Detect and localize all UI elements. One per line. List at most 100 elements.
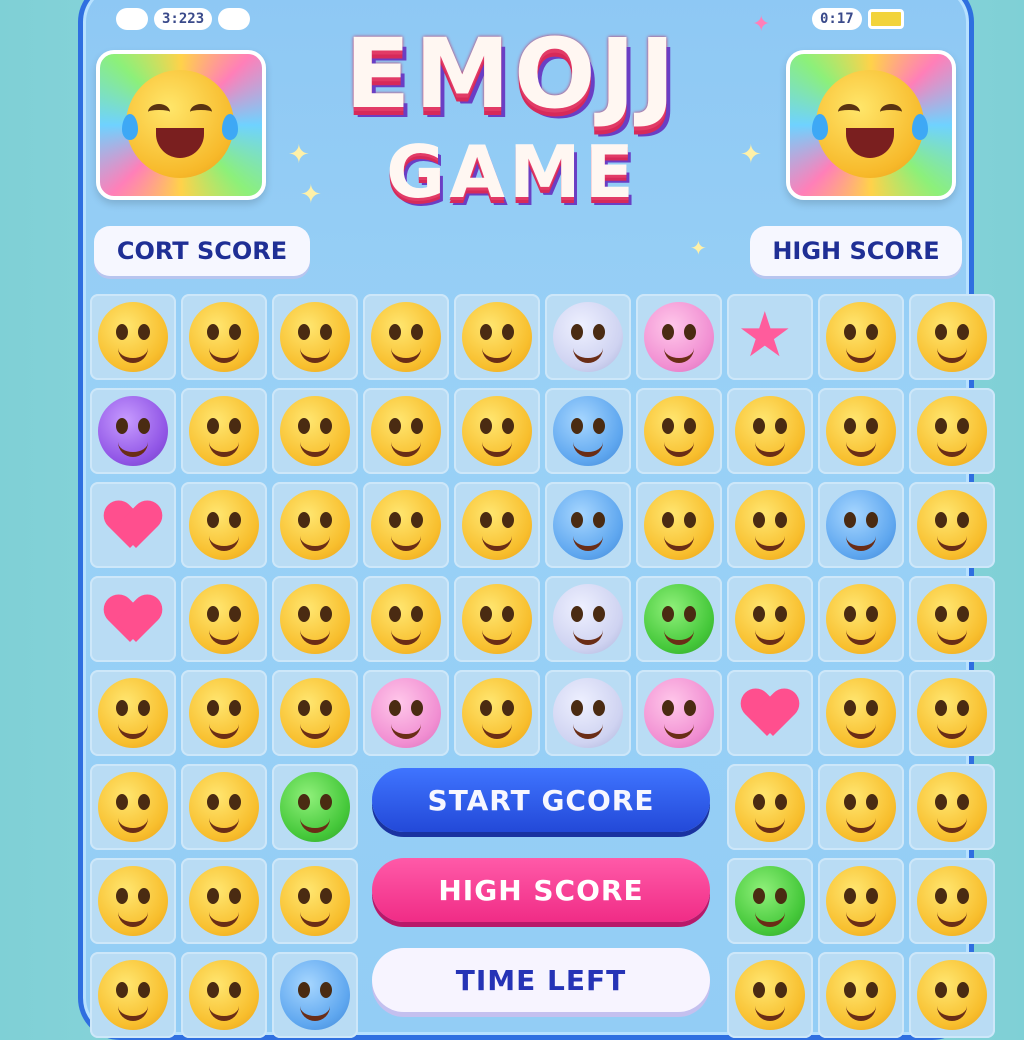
- board-cell[interactable]: [272, 294, 358, 380]
- board-cell[interactable]: [818, 482, 904, 568]
- blue-heart-eyes-icon: [553, 490, 623, 560]
- board-cell[interactable]: [272, 764, 358, 850]
- sparkle-icon: ✦: [288, 140, 310, 170]
- board-cell[interactable]: [909, 670, 995, 756]
- board-cell[interactable]: [636, 388, 722, 474]
- blush-smile-icon: [826, 584, 896, 654]
- board-cell[interactable]: [454, 576, 540, 662]
- board-cell[interactable]: [545, 576, 631, 662]
- board-cell[interactable]: [909, 858, 995, 944]
- start-button[interactable]: START GCORE: [372, 768, 710, 832]
- wink-icon: [189, 584, 259, 654]
- grin-eyes-icon: [917, 960, 987, 1030]
- grin-icon: [917, 396, 987, 466]
- board-cell[interactable]: ★: [727, 294, 813, 380]
- time-left-button[interactable]: TIME LEFT: [372, 948, 710, 1012]
- board-cell[interactable]: [181, 294, 267, 380]
- board-cell[interactable]: [181, 764, 267, 850]
- board-cell[interactable]: [545, 294, 631, 380]
- pink-star-icon: ★: [737, 298, 793, 371]
- board-cell[interactable]: [727, 670, 813, 756]
- board-cell[interactable]: [90, 858, 176, 944]
- board-cell[interactable]: [727, 952, 813, 1038]
- green-face-icon: [280, 772, 350, 842]
- board-cell[interactable]: [727, 482, 813, 568]
- board-cell[interactable]: [818, 952, 904, 1038]
- heart-eyes-icon: [280, 302, 350, 372]
- board-cell[interactable]: [818, 576, 904, 662]
- board-cell[interactable]: [636, 670, 722, 756]
- board-cell[interactable]: [272, 952, 358, 1038]
- board-cell[interactable]: [454, 482, 540, 568]
- board-cell[interactable]: [909, 576, 995, 662]
- tears-of-joy-badge-icon: [786, 50, 956, 200]
- board-cell[interactable]: [636, 482, 722, 568]
- heart-eyes-icon: [644, 490, 714, 560]
- board-cell[interactable]: [818, 294, 904, 380]
- board-cell[interactable]: [363, 576, 449, 662]
- board-cell[interactable]: [181, 388, 267, 474]
- board-cell[interactable]: [90, 670, 176, 756]
- board-cell[interactable]: [272, 576, 358, 662]
- board-cell[interactable]: [727, 858, 813, 944]
- board-cell[interactable]: [90, 952, 176, 1038]
- board-cell[interactable]: [363, 388, 449, 474]
- current-score-label[interactable]: CORT SCORE: [94, 226, 310, 276]
- board-cell[interactable]: [90, 388, 176, 474]
- purple-devil-icon: [98, 396, 168, 466]
- board-cell[interactable]: [727, 388, 813, 474]
- board-cell[interactable]: [454, 670, 540, 756]
- board-cell[interactable]: [272, 388, 358, 474]
- wink-icon: [280, 678, 350, 748]
- board-cell[interactable]: [272, 482, 358, 568]
- board-cell[interactable]: [363, 482, 449, 568]
- board-cell[interactable]: [454, 294, 540, 380]
- board-cell[interactable]: [181, 670, 267, 756]
- smirk-icon: [280, 584, 350, 654]
- board-cell[interactable]: [818, 858, 904, 944]
- tongue-out-icon: [280, 490, 350, 560]
- grin-icon: [826, 302, 896, 372]
- board-cell[interactable]: [181, 952, 267, 1038]
- board-cell[interactable]: [90, 294, 176, 380]
- board-cell[interactable]: [181, 576, 267, 662]
- board-cell[interactable]: [636, 294, 722, 380]
- pink-face-icon: [644, 302, 714, 372]
- board-cell[interactable]: [909, 952, 995, 1038]
- board-cell[interactable]: [272, 670, 358, 756]
- lavender-face-icon: [553, 302, 623, 372]
- board-cell[interactable]: [909, 764, 995, 850]
- board-cell[interactable]: [363, 294, 449, 380]
- board-cell[interactable]: [818, 388, 904, 474]
- board-cell[interactable]: [181, 482, 267, 568]
- board-cell[interactable]: [363, 670, 449, 756]
- board-cell[interactable]: [454, 388, 540, 474]
- board-cell[interactable]: [90, 576, 176, 662]
- board-cell[interactable]: [909, 482, 995, 568]
- pink-face-icon: [644, 678, 714, 748]
- board-cell[interactable]: [818, 764, 904, 850]
- heart-eyes-icon: [735, 490, 805, 560]
- board-cell[interactable]: [272, 858, 358, 944]
- high-score-label[interactable]: HIGH SCORE: [750, 226, 962, 276]
- board-cell[interactable]: [545, 388, 631, 474]
- board-cell[interactable]: [909, 294, 995, 380]
- blush-smile-icon: [189, 772, 259, 842]
- board-cell[interactable]: [545, 670, 631, 756]
- laugh-icon: [371, 490, 441, 560]
- board-cell[interactable]: [636, 576, 722, 662]
- kiss-icon: [644, 396, 714, 466]
- board-cell[interactable]: [727, 764, 813, 850]
- board-cell[interactable]: [727, 576, 813, 662]
- grin-eyes-icon: [462, 396, 532, 466]
- heart-eyes-icon: [462, 490, 532, 560]
- high-score-button[interactable]: HIGH SCORE: [372, 858, 710, 922]
- board-cell[interactable]: [90, 482, 176, 568]
- board-cell[interactable]: [181, 858, 267, 944]
- board-cell[interactable]: [818, 670, 904, 756]
- board-cell[interactable]: [909, 388, 995, 474]
- squint-grin-icon: [189, 396, 259, 466]
- board-cell[interactable]: [90, 764, 176, 850]
- grin-icon: [371, 396, 441, 466]
- board-cell[interactable]: [545, 482, 631, 568]
